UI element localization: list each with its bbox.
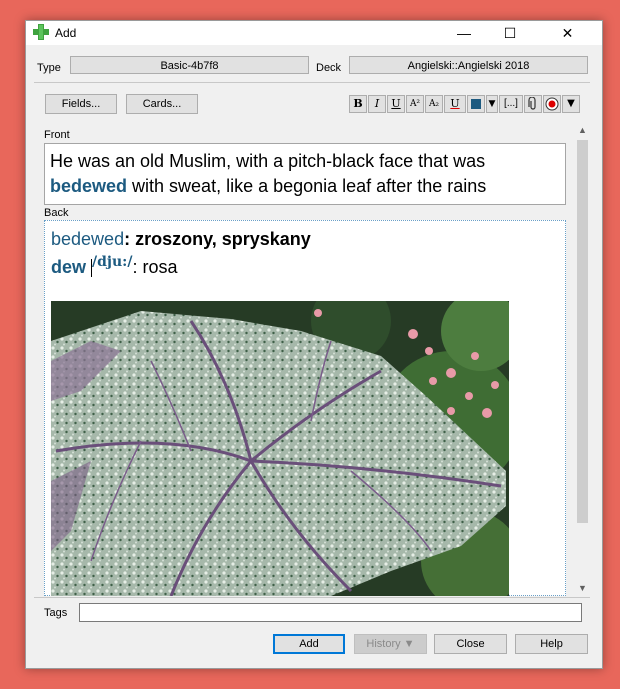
scroll-up-icon[interactable]: ▲ <box>578 125 587 135</box>
bold-button[interactable]: B <box>349 95 367 113</box>
back-word-suffix: dewed <box>71 229 125 249</box>
maximize-button[interactable]: ☐ <box>487 21 533 45</box>
tags-label: Tags <box>44 607 68 619</box>
tags-input[interactable] <box>79 603 582 622</box>
close-button[interactable]: Close <box>434 634 507 654</box>
divider <box>34 82 590 83</box>
record-button[interactable] <box>543 95 561 113</box>
superscript-button[interactable]: A² <box>406 95 424 113</box>
back-line-1: bedewed: zroszony, spryskany <box>51 229 311 250</box>
front-text-part-2: with sweat, like a begonia leaf after th… <box>127 176 487 196</box>
title-bar: Add — ☐ ✕ <box>26 21 602 45</box>
note-type-selector[interactable]: Basic-4b7f8 <box>70 56 309 74</box>
anki-add-icon <box>33 24 49 40</box>
help-button[interactable]: Help <box>515 634 588 654</box>
front-field-editor[interactable]: He was an old Muslim, with a pitch-black… <box>44 143 566 205</box>
triangle-down-icon: ▼ <box>488 99 496 109</box>
close-window-button[interactable]: ✕ <box>533 21 602 45</box>
back-ipa: /dju:/ <box>92 254 133 270</box>
back-field-label: Back <box>44 207 69 219</box>
triangle-down-icon: ▼ <box>567 98 575 109</box>
paperclip-icon <box>528 96 536 110</box>
close-icon: ✕ <box>561 24 574 41</box>
add-window: Add — ☐ ✕ Type Basic-4b7f8 Deck Angielsk… <box>25 20 603 669</box>
cloze-button[interactable]: [...] <box>499 95 523 113</box>
front-field-label: Front <box>44 129 70 141</box>
cards-button[interactable]: Cards... <box>126 94 198 114</box>
color-dropdown-button[interactable]: ▼ <box>486 95 498 113</box>
maximize-icon: ☐ <box>503 24 517 41</box>
deck-selector[interactable]: Angielski::Angielski 2018 <box>349 56 588 74</box>
italic-button[interactable]: I <box>368 95 386 113</box>
scroll-down-icon[interactable]: ▼ <box>578 583 587 593</box>
window-title: Add <box>55 26 77 40</box>
back-line-2: dew /dju:/: rosa <box>51 254 178 278</box>
add-button[interactable]: Add <box>273 634 345 654</box>
back-definition-2: : rosa <box>132 257 178 277</box>
deck-label: Deck <box>316 62 342 74</box>
back-word-prefix: be <box>51 229 72 249</box>
back-field-editor[interactable]: bedewed: zroszony, spryskany dew /dju:/:… <box>44 220 566 596</box>
history-button[interactable]: History ▼ <box>354 634 427 654</box>
text-color-button[interactable] <box>467 95 485 113</box>
editor-scrollbar[interactable]: ▲ ▼ <box>575 124 590 596</box>
back-root-word: dew <box>51 257 87 277</box>
subscript-button[interactable]: A₂ <box>425 95 443 113</box>
more-options-button[interactable]: ▼ <box>562 95 580 113</box>
underline-button[interactable]: U <box>387 95 405 113</box>
divider <box>34 597 590 598</box>
begonia-leaf-image <box>51 301 509 596</box>
minimize-button[interactable]: — <box>441 21 487 45</box>
clear-format-button[interactable]: U <box>444 95 466 113</box>
color-swatch-icon <box>471 99 481 109</box>
record-icon <box>545 97 559 111</box>
fields-button[interactable]: Fields... <box>45 94 117 114</box>
minimize-icon: — <box>457 25 471 41</box>
front-text-part-1: He was an old Muslim, with a pitch-black… <box>50 151 486 171</box>
attach-button[interactable] <box>524 95 542 113</box>
type-label: Type <box>37 62 61 74</box>
front-highlighted-word: bedewed <box>50 176 128 196</box>
scrollbar-thumb[interactable] <box>577 140 588 523</box>
front-field-text: He was an old Muslim, with a pitch-black… <box>50 149 560 199</box>
back-definition: : zroszony, spryskany <box>124 229 311 249</box>
